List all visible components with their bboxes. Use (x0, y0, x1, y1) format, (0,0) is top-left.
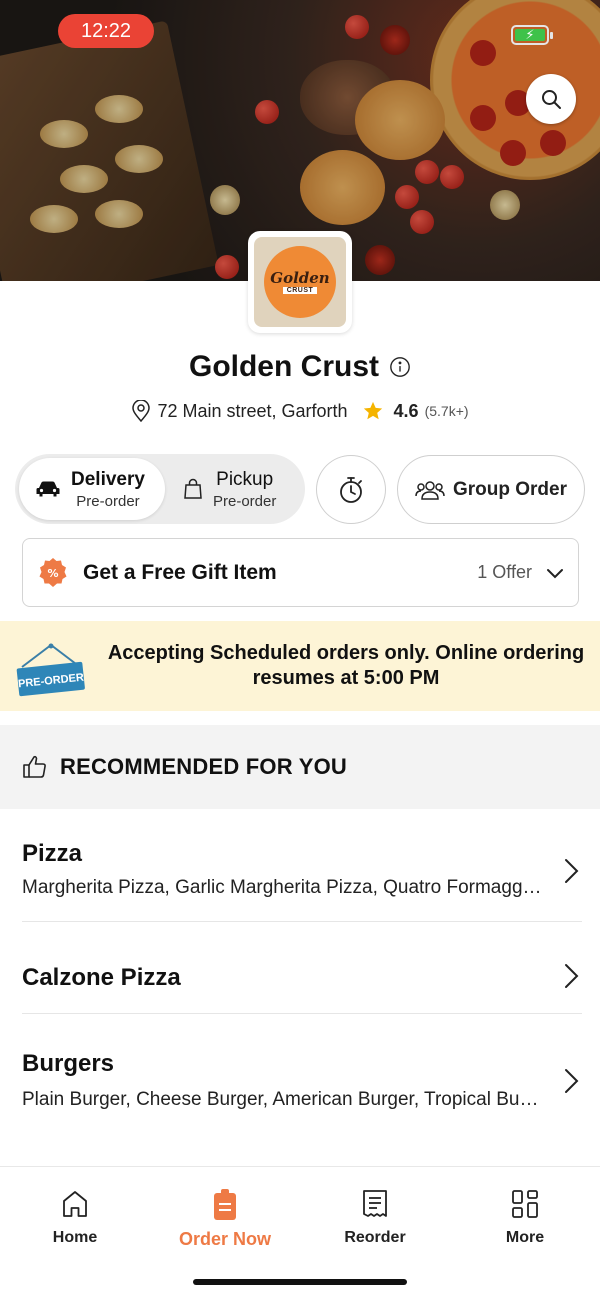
car-icon (36, 481, 60, 497)
group-order-button[interactable]: Group Order (397, 455, 585, 524)
location-pin-icon (132, 400, 151, 422)
store-name: Golden Crust (188, 350, 379, 383)
category-items: Plain Burger, Cheese Burger, American Bu… (22, 1089, 542, 1110)
search-icon (542, 90, 561, 109)
chevron-down-icon (547, 568, 563, 578)
logo-text-line2: CRUST (282, 286, 318, 294)
category-name: Calzone Pizza (22, 964, 181, 991)
group-users-icon (415, 480, 445, 500)
divider (22, 921, 582, 922)
nav-reorder-label: Reorder (344, 1229, 406, 1246)
nav-more[interactable]: More (450, 1189, 600, 1247)
store-address: 72 Main street, Garforth (157, 400, 348, 421)
info-icon[interactable] (389, 356, 411, 378)
chevron-right-icon (565, 964, 579, 988)
preorder-message: Accepting Scheduled orders only. Online … (107, 642, 585, 689)
divider (22, 1013, 582, 1014)
thumbs-up-icon (23, 755, 46, 778)
stopwatch-icon (340, 476, 362, 503)
pickup-sub: Pre-order (213, 492, 277, 510)
category-row-pizza[interactable]: Pizza Margherita Pizza, Garlic Margherit… (0, 830, 600, 920)
category-items: Margherita Pizza, Garlic Margherita Pizz… (22, 877, 542, 898)
offer-count: 1 Offer (477, 562, 532, 582)
category-name: Pizza (22, 840, 83, 867)
store-title-row: Golden Crust (0, 350, 600, 384)
discount-badge-icon: % (39, 557, 67, 587)
search-button[interactable] (526, 74, 576, 124)
receipt-icon (363, 1190, 387, 1217)
store-meta: 72 Main street, Garforth 4.6 (5.7k+) (0, 400, 600, 422)
recommended-header: RECOMMENDED FOR YOU (0, 725, 600, 809)
schedule-button[interactable] (316, 455, 386, 524)
status-time-text: 12:22 (80, 19, 132, 42)
category-name: Burgers (22, 1050, 115, 1077)
nav-reorder[interactable]: Reorder (300, 1189, 450, 1247)
offer-row[interactable]: % Get a Free Gift Item 1 Offer (22, 538, 579, 607)
recommended-label: RECOMMENDED FOR YOU (60, 754, 347, 779)
rating-count: (5.7k+) (424, 403, 469, 419)
offer-title: Get a Free Gift Item (83, 560, 277, 584)
grid-icon (512, 1190, 538, 1218)
shopping-bag-icon (184, 478, 202, 499)
home-icon (63, 1191, 87, 1217)
delivery-sub: Pre-order (76, 492, 140, 510)
nav-order-label: Order Now (178, 1229, 271, 1249)
delivery-option[interactable]: Delivery Pre-order (19, 458, 165, 520)
store-rating: 4.6 (393, 400, 419, 421)
pickup-label: Pickup (216, 468, 274, 490)
battery-icon: ⚡ (511, 25, 553, 45)
svg-text:%: % (47, 567, 58, 580)
group-order-label: Group Order (452, 478, 567, 500)
nav-home[interactable]: Home (0, 1189, 150, 1247)
nav-home-label: Home (52, 1229, 98, 1246)
nav-order-now[interactable]: Order Now (150, 1189, 300, 1250)
delivery-label: Delivery (71, 468, 145, 490)
pickup-option[interactable]: Pickup Pre-order (183, 458, 276, 520)
nav-more-label: More (505, 1229, 545, 1246)
preorder-sign-icon: PRE-ORDER (16, 643, 85, 697)
order-mode-toggle: Delivery Pre-order Pickup Pre-order (15, 454, 305, 524)
star-icon (363, 401, 382, 420)
status-time: 12:22 (58, 14, 154, 48)
category-row-burgers[interactable]: Burgers Plain Burger, Cheese Burger, Ame… (0, 1040, 600, 1130)
preorder-banner: PRE-ORDER Accepting Scheduled orders onl… (0, 621, 600, 711)
logo-text-line1: Golden (270, 268, 330, 287)
order-icon (214, 1189, 236, 1220)
chevron-right-icon (565, 859, 579, 883)
chevron-right-icon (565, 1069, 579, 1093)
category-row-calzone[interactable]: Calzone Pizza (0, 940, 600, 1012)
store-logo: Golden CRUST (248, 231, 352, 333)
home-indicator (193, 1279, 407, 1285)
